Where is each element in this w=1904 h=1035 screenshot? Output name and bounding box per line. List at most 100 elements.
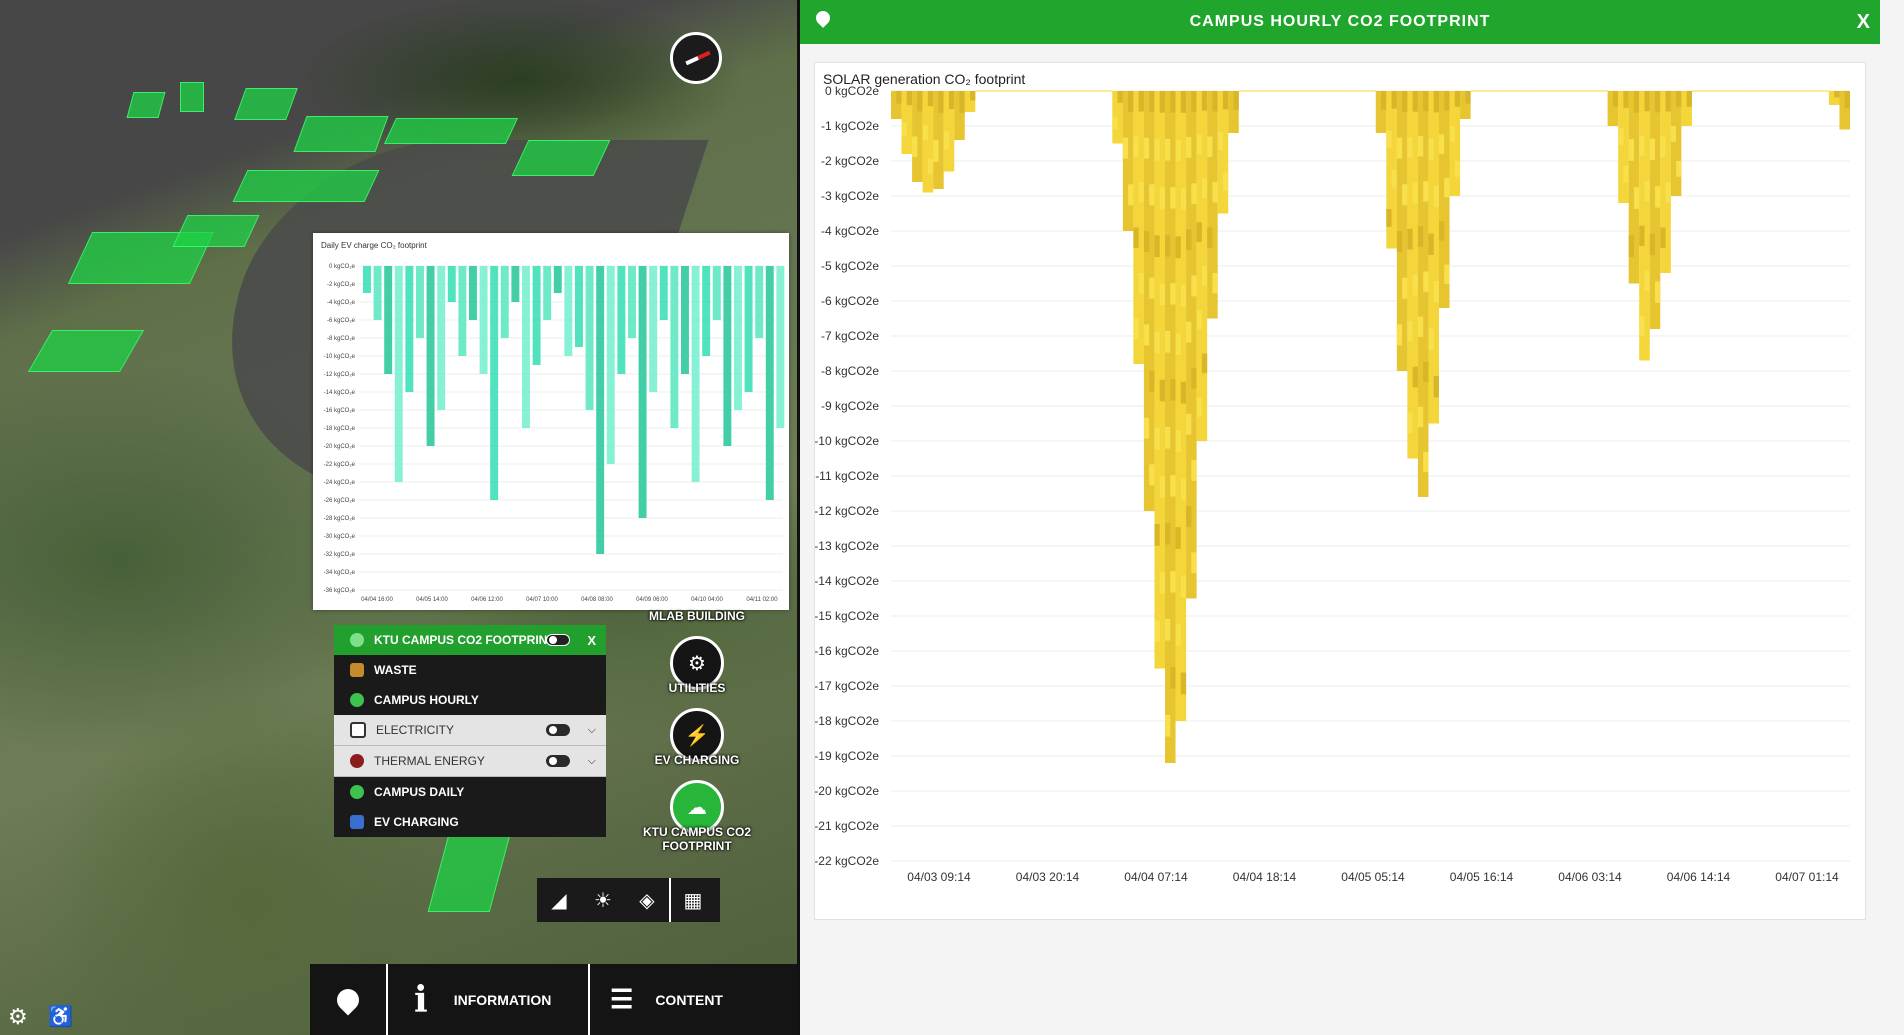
measure-icon[interactable]: ◢	[537, 878, 581, 922]
chevron-down-icon[interactable]: ⌵	[588, 724, 596, 737]
electricity-icon	[350, 722, 366, 738]
bar-segment	[1186, 229, 1192, 251]
map-building-highlight[interactable]	[232, 170, 380, 202]
bar-segment	[1175, 527, 1181, 549]
bar-segment	[1180, 478, 1187, 501]
bar-segment	[1423, 271, 1429, 292]
layer-item-campus-daily[interactable]: CAMPUS DAILY	[334, 777, 606, 807]
bar	[1691, 90, 1703, 92]
bar-segment	[1175, 624, 1181, 646]
gear-icon[interactable]: ⚙	[8, 1004, 28, 1030]
bar-segment	[1454, 91, 1461, 107]
compass-icon[interactable]	[670, 32, 722, 84]
bar-segment	[1191, 275, 1197, 297]
y-tick-label: -13 kgCO2e	[815, 539, 879, 553]
solar-chart[interactable]: 0 kgCO2e -1 kgCO2e -2 kgCO2e -3 kgCO2e -4 kg…	[815, 63, 1865, 919]
content-button[interactable]: ☰ CONTENT	[590, 964, 800, 1035]
bar	[553, 266, 562, 293]
map-building-highlight[interactable]	[234, 88, 298, 120]
layer-item-waste[interactable]: WASTE	[334, 655, 606, 685]
map-building-highlight[interactable]	[383, 118, 519, 144]
sun-icon[interactable]: ☀	[581, 878, 625, 922]
bar-segment	[1428, 138, 1434, 160]
poi-label-mlab[interactable]: MLAB BUILDING	[632, 609, 762, 623]
x-tick-label: 04/04 07:14	[1124, 870, 1188, 884]
y-tick-label: -4 kgCO₂e	[327, 300, 356, 306]
y-tick-label: -28 kgCO₂e	[324, 516, 356, 522]
bar	[1080, 90, 1092, 92]
map-building-highlight[interactable]	[27, 330, 145, 372]
layers-panel: KTU CAMPUS CO2 FOOTPRINT X WASTE CAMPUS …	[334, 625, 606, 837]
poi-label-utilities[interactable]: UTILITIES	[632, 681, 762, 695]
map-building-highlight[interactable]	[293, 116, 389, 152]
bar	[500, 266, 509, 338]
bar	[659, 266, 668, 320]
x-tick-label: 04/05 14:00	[416, 597, 448, 603]
map-building-highlight[interactable]	[126, 92, 166, 118]
bar	[1407, 91, 1418, 459]
layer-item-electricity[interactable]: ELECTRICITY ⌵	[334, 715, 606, 746]
bar-segment	[1180, 91, 1187, 113]
bar-segment	[1175, 236, 1181, 259]
bar	[522, 266, 530, 428]
layer-toggle[interactable]	[546, 724, 570, 736]
layer-group-toggle[interactable]	[546, 634, 570, 646]
bar-segment	[1639, 135, 1645, 157]
bar-segment	[1639, 225, 1645, 246]
bar-segment	[1670, 126, 1677, 142]
poi-label-ev[interactable]: EV CHARGING	[632, 753, 762, 767]
layer-group-close[interactable]: X	[587, 633, 596, 648]
3d-map-view[interactable]: Daily EV charge CO₂ footprint 0 kgCO₂e -2…	[0, 0, 800, 1035]
bar-segment	[948, 91, 955, 110]
bar-segment	[1417, 316, 1424, 337]
information-button[interactable]: i INFORMATION	[388, 964, 590, 1035]
bar-segment	[1159, 379, 1165, 402]
bar-segment	[1407, 136, 1413, 158]
location-pin-button[interactable]	[310, 964, 388, 1035]
bar	[1533, 90, 1545, 92]
layer-item-thermal-energy[interactable]: THERMAL ENERGY ⌵	[334, 746, 606, 777]
bar	[1291, 90, 1302, 92]
layers-icon[interactable]: ◈	[625, 878, 669, 922]
bar-segment	[1196, 134, 1202, 155]
bar-segment	[1644, 91, 1650, 112]
panel-header: CAMPUS HOURLY CO2 FOOTPRINT X	[800, 0, 1880, 44]
layer-item-ev-charging[interactable]: EV CHARGING	[334, 807, 606, 837]
close-button[interactable]: X	[1857, 0, 1870, 44]
bar	[891, 91, 902, 119]
bar	[1386, 91, 1397, 249]
bar	[1186, 91, 1197, 599]
bar	[744, 266, 753, 392]
layer-toggle[interactable]	[546, 755, 570, 767]
y-tick-label: -16 kgCO₂e	[324, 408, 356, 414]
bar	[617, 266, 626, 374]
bar-segment	[1149, 371, 1155, 392]
bar-segment	[938, 91, 944, 114]
layer-group-header[interactable]: KTU CAMPUS CO2 FOOTPRINT X	[334, 625, 606, 655]
bar	[670, 266, 679, 428]
map-building-highlight[interactable]	[511, 140, 611, 176]
bar	[447, 266, 456, 302]
ev-charge-chart-popup[interactable]: Daily EV charge CO₂ footprint 0 kgCO₂e -2…	[313, 233, 789, 610]
accessibility-icon[interactable]: ♿	[48, 1004, 73, 1029]
grid-icon[interactable]: ▦	[671, 878, 715, 922]
bar-segment	[1676, 91, 1682, 107]
bar-segment	[1686, 91, 1692, 107]
bar-segment	[1449, 126, 1455, 142]
bar	[1028, 90, 1039, 92]
map-building-highlight[interactable]	[172, 215, 260, 247]
bar	[755, 266, 764, 338]
bar-segment	[1396, 324, 1403, 346]
chevron-down-icon[interactable]: ⌵	[588, 755, 596, 768]
bar-segment	[1133, 227, 1139, 248]
layer-item-campus-hourly[interactable]: CAMPUS HOURLY	[334, 685, 606, 715]
bar	[1059, 90, 1071, 92]
bar-segment	[1623, 91, 1629, 108]
poi-label-ktu[interactable]: KTU CAMPUS CO2 FOOTPRINT	[632, 825, 762, 853]
bar-segment	[1165, 331, 1171, 353]
co2-cloud-icon	[350, 693, 364, 707]
bar	[1818, 90, 1829, 92]
bar-segment	[1217, 131, 1223, 151]
map-building-highlight[interactable]	[180, 82, 204, 112]
bar-segment	[1386, 130, 1392, 149]
